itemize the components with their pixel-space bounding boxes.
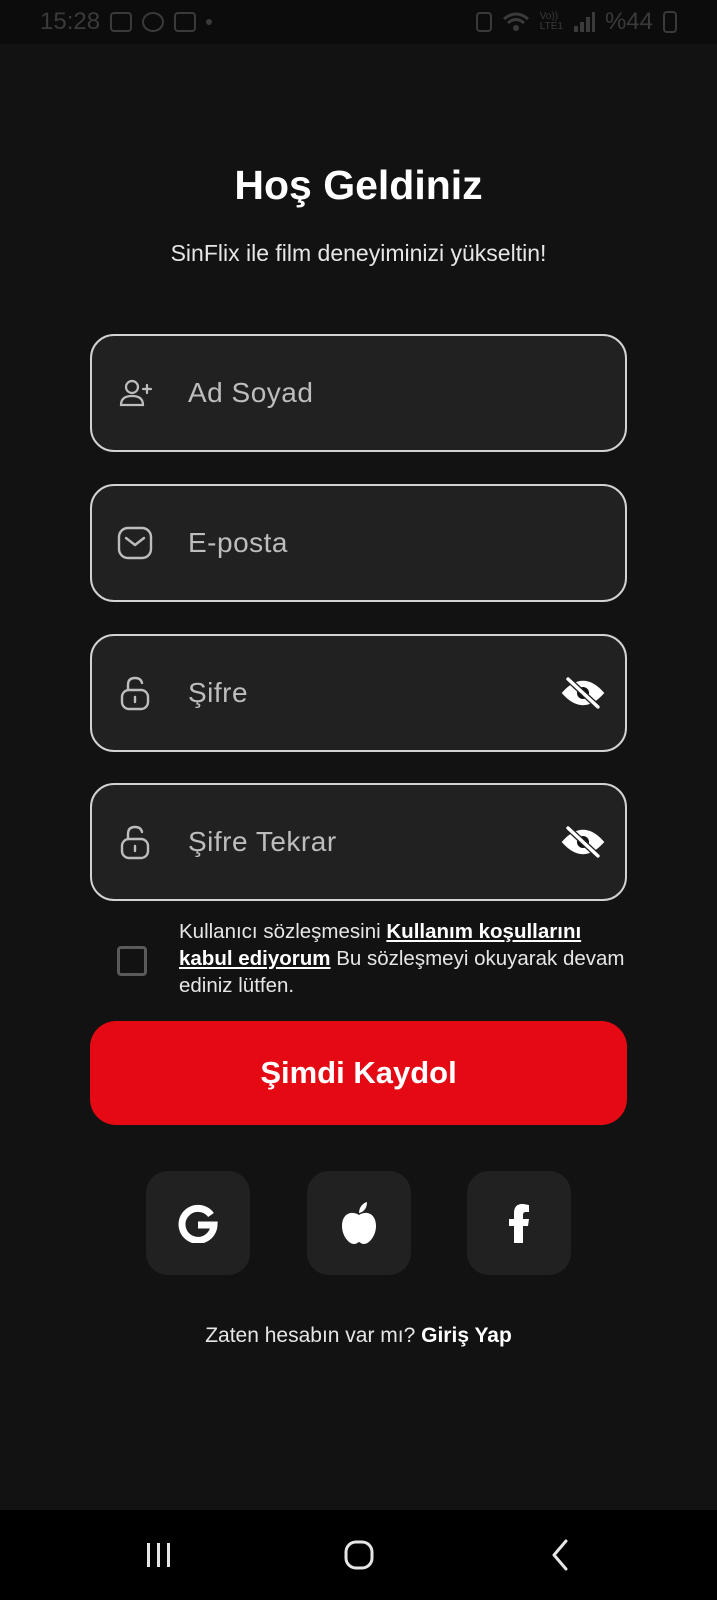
page-subtitle: SinFlix ile film deneyiminizi yükseltin! — [170, 240, 547, 266]
status-right: Vo)) LTE1 %44 — [475, 8, 677, 36]
mail-icon — [116, 524, 154, 562]
terms-text: Kullanıcı sözleşmesini Kullanım koşullar… — [179, 918, 627, 999]
lock-icon — [116, 823, 154, 861]
battery-icon — [663, 11, 677, 33]
register-button[interactable]: Şimdi Kaydol — [90, 1021, 627, 1125]
whatsapp-icon — [142, 12, 165, 32]
network-lte: LTE1 — [539, 21, 563, 32]
login-question: Zaten hesabın var mı? — [205, 1324, 422, 1347]
recent-apps-icon — [147, 1543, 170, 1567]
eye-off-icon[interactable] — [561, 820, 605, 864]
status-left: 15:28 — [40, 8, 213, 36]
name-placeholder: Ad Soyad — [188, 377, 314, 408]
login-link[interactable]: Giriş Yap — [421, 1324, 512, 1347]
recent-apps-button[interactable] — [99, 1510, 219, 1600]
status-time: 15:28 — [40, 8, 101, 35]
home-button[interactable] — [299, 1510, 419, 1600]
password-placeholder: Şifre — [188, 677, 249, 708]
email-field[interactable]: E-posta — [90, 484, 627, 602]
navigation-bar — [0, 1510, 717, 1600]
password-repeat-placeholder: Şifre Tekrar — [188, 826, 337, 857]
gmail-icon — [174, 12, 197, 32]
facebook-login-button[interactable] — [467, 1171, 571, 1275]
login-prompt: Zaten hesabın var mı? Giriş Yap — [0, 1324, 717, 1348]
notification-dot-icon — [206, 19, 213, 25]
google-icon — [178, 1204, 218, 1243]
password-repeat-field[interactable]: Şifre Tekrar — [90, 783, 627, 901]
gallery-icon — [110, 12, 133, 32]
alarm-icon — [475, 12, 492, 32]
password-field[interactable]: Şifre — [90, 634, 627, 752]
name-field[interactable]: Ad Soyad — [90, 334, 627, 452]
eye-off-icon[interactable] — [561, 671, 605, 715]
back-icon — [552, 1539, 568, 1571]
apple-login-button[interactable] — [307, 1171, 411, 1275]
page-title: Hoş Geldiniz — [234, 162, 483, 208]
apple-icon — [342, 1202, 376, 1244]
google-login-button[interactable] — [146, 1171, 250, 1275]
network-type: Vo)) LTE1 — [540, 12, 563, 32]
back-button[interactable] — [500, 1510, 620, 1600]
status-bar: 15:28 Vo)) LTE1 %44 — [0, 0, 717, 44]
home-icon — [344, 1540, 374, 1570]
lock-icon — [116, 674, 154, 712]
terms-checkbox[interactable] — [117, 946, 147, 976]
terms-prefix: Kullanıcı sözleşmesini — [179, 920, 387, 943]
email-placeholder: E-posta — [188, 527, 288, 558]
battery-percent: %44 — [604, 8, 653, 35]
wifi-icon — [502, 12, 529, 31]
signal-icon — [573, 12, 595, 32]
facebook-icon — [509, 1204, 529, 1243]
user-add-icon — [116, 374, 154, 412]
terms-row: Kullanıcı sözleşmesini Kullanım koşullar… — [117, 918, 627, 1000]
